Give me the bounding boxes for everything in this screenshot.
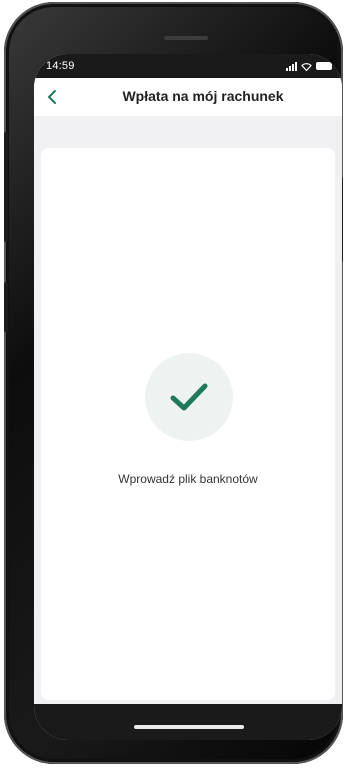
navigation-bar xyxy=(34,704,342,740)
back-button[interactable] xyxy=(40,86,64,108)
checkmark-icon xyxy=(170,383,208,411)
status-icons xyxy=(286,60,332,72)
status-bar: 14:59 xyxy=(34,54,342,78)
home-indicator[interactable] xyxy=(134,725,244,729)
chevron-left-icon xyxy=(48,90,56,104)
app-screen: 14:59 Wpłata na mój rachunek Wprowadź pl… xyxy=(34,54,342,740)
app-header: Wpłata na mój rachunek xyxy=(34,78,342,116)
success-badge xyxy=(145,353,233,441)
status-message: Wprowadź plik banknotów xyxy=(118,472,258,486)
battery-icon xyxy=(316,62,332,70)
earpiece-speaker xyxy=(164,36,208,40)
phone-frame: 14:59 Wpłata na mój rachunek Wprowadź pl… xyxy=(4,2,343,764)
volume-down-button xyxy=(4,282,8,332)
status-time: 14:59 xyxy=(46,60,75,72)
wifi-icon xyxy=(301,62,312,71)
page-title: Wpłata na mój rachunek xyxy=(122,88,284,104)
signal-icon xyxy=(286,61,297,71)
content-card: Wprowadź plik banknotów xyxy=(41,148,335,700)
volume-up-button xyxy=(4,132,8,242)
